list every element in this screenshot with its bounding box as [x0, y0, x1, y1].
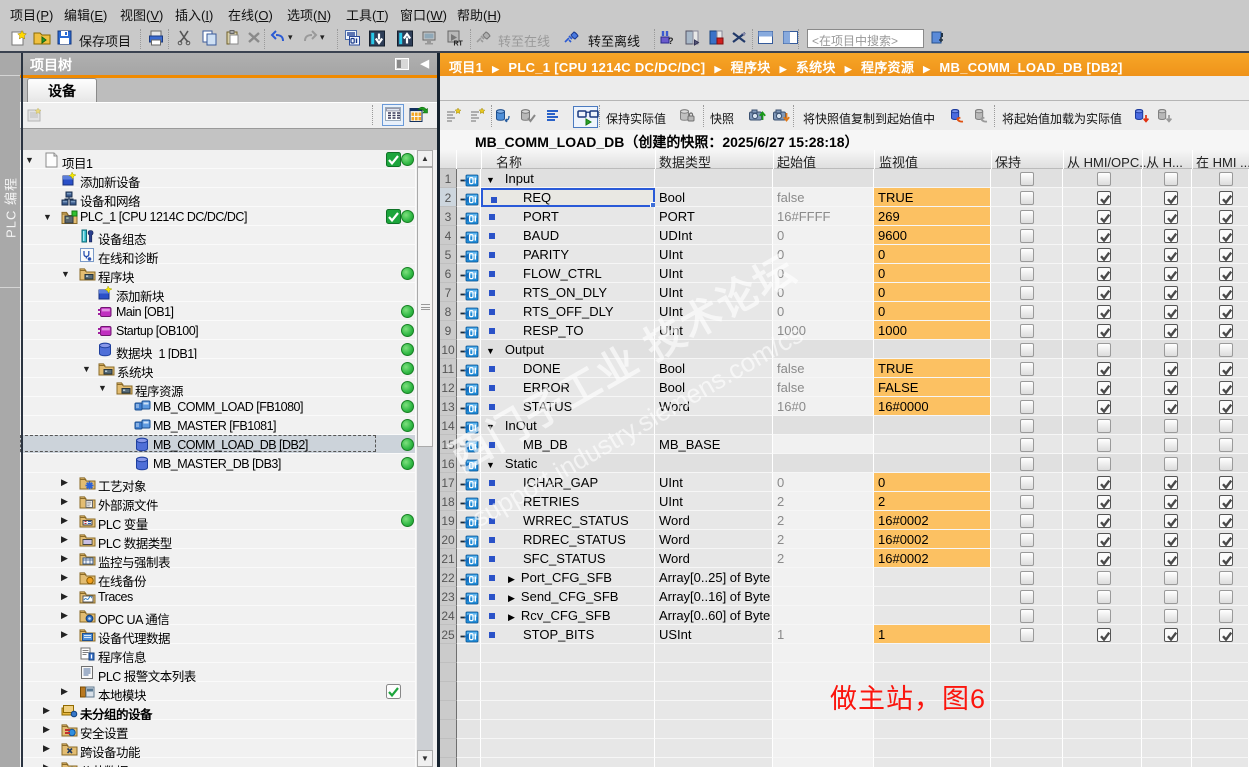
svg-text:?: ?	[668, 36, 674, 46]
svg-text:RT: RT	[454, 41, 464, 48]
